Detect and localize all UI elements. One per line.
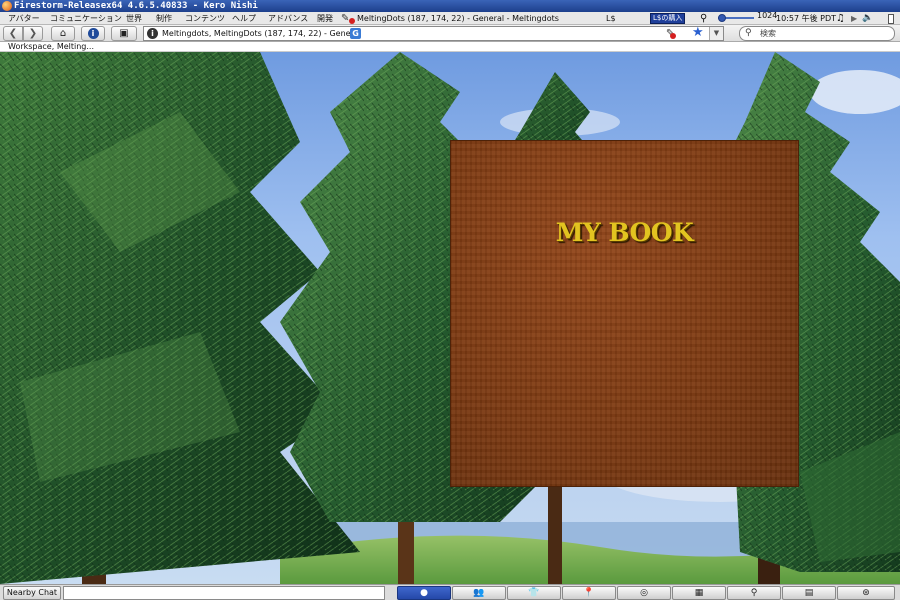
forward-button[interactable]: ❯ [23,26,43,41]
status-strip-text: Workspace, Melting... [8,42,94,51]
search-icon: ⚲ [750,588,758,598]
speech-bubble-icon: ● [420,588,428,598]
menu-bar: アバター コミュニケーション 世界 制作 コンテンツ ヘルプ アドバンス 開発 … [0,11,900,25]
buy-currency-button[interactable]: L$の購入 [650,13,686,24]
side-panel-toggle-icon[interactable] [888,14,894,24]
toolbar-map-button[interactable]: ▦ [672,586,726,600]
home-button[interactable]: ⌂ [51,26,75,41]
bottom-toolbar: Nearby Chat ● 👥 👕 📍 ◎ ▦ ⚲ ▤ ⊛ [0,584,900,600]
book-object[interactable]: MY BOOK [450,140,799,487]
place-info-button[interactable]: i [81,26,105,41]
menu-world[interactable]: 世界 [126,12,142,25]
menu-communication[interactable]: コミュニケーション [50,12,122,25]
menubar-location[interactable]: MeltingDots (187, 174, 22) - General - M… [357,12,559,25]
shirt-icon: 👕 [528,588,540,598]
play-icon[interactable]: ▶ [851,12,857,25]
nearby-chat-button[interactable]: Nearby Chat [3,586,61,600]
search-placeholder: 検索 [760,29,776,38]
volume-icon[interactable]: 🔈 [862,12,873,25]
toolbar-search-button[interactable]: ⚲ [727,586,781,600]
search-icon: ⚲ [745,28,752,38]
menu-develop[interactable]: 開発 [317,12,333,25]
clipboard-icon: ▤ [804,588,814,598]
search-field[interactable]: ⚲ 検索 [739,26,895,41]
back-button[interactable]: ❮ [3,26,23,41]
favorite-star-icon[interactable]: ★ [692,26,704,39]
menu-content[interactable]: コンテンツ [185,12,225,25]
radar-icon: ◎ [640,588,648,598]
toolbar-places-button[interactable]: 📍 [562,586,616,600]
menu-avatar[interactable]: アバター [8,12,40,25]
toolbar-inventory-button[interactable]: ▤ [782,586,836,600]
book-title: MY BOOK [555,218,694,247]
toolbar-people-button[interactable]: 👥 [452,586,506,600]
maturity-general-badge: G [350,28,361,39]
fps-readout: 1024 [757,11,778,20]
toolbar-help-button[interactable]: ⊛ [837,586,895,600]
places-pin-icon: 📍 [583,588,595,598]
slider-knob[interactable] [718,14,726,22]
camera-icon: ▣ [119,28,129,39]
draw-distance-slider[interactable] [718,14,754,22]
status-strip: Workspace, Melting... [0,42,900,52]
toolbar-chat-button[interactable]: ● [397,586,451,600]
world-viewport[interactable]: MY BOOK [0,52,900,584]
location-address-field[interactable]: i Meltingdots, MeltingDots (187, 174, 22… [143,26,724,41]
clock: 10:57 午後 PDT [776,14,837,23]
location-address-text: Meltingdots, MeltingDots (187, 174, 22) … [162,29,362,38]
location-info-icon[interactable]: i [147,28,158,39]
toolbar-appearance-button[interactable]: 👕 [507,586,561,600]
menu-advanced[interactable]: アドバンス [268,12,308,25]
snapshot-button[interactable]: ▣ [111,26,137,41]
home-icon: ⌂ [59,28,67,39]
toolbar-radar-button[interactable]: ◎ [617,586,671,600]
chat-input[interactable] [63,586,385,600]
window-title: Firestorm-Releasex64 4.6.5.40833 - Kero … [14,1,258,11]
help-lifebuoy-icon: ⊛ [862,588,870,598]
menu-help[interactable]: ヘルプ [232,12,256,25]
people-icon: 👥 [473,588,485,598]
navigation-bar: ❮ ❯ ⌂ i ▣ i Meltingdots, MeltingDots (18… [0,25,900,42]
binoculars-icon[interactable]: ⚲ [700,13,707,24]
music-icon[interactable]: ♫ [836,12,845,25]
firestorm-app-icon [2,1,12,11]
no-scripts-icon: ✎ [666,27,677,40]
forward-arrow-icon: ❯ [28,28,38,39]
info-icon: i [87,28,99,39]
map-icon: ▦ [694,588,704,598]
linden-balance[interactable]: L$ [606,12,616,25]
location-history-dropdown-icon[interactable]: ▼ [709,27,723,40]
back-arrow-icon: ❮ [8,28,18,39]
no-script-parcel-icon[interactable]: ✎ [341,13,355,24]
menu-build[interactable]: 制作 [156,12,172,25]
